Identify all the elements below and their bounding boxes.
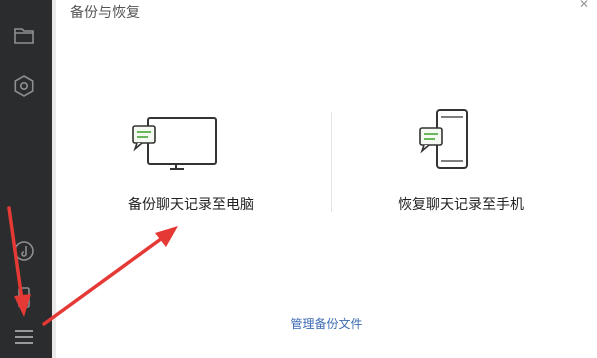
phone-icon[interactable] xyxy=(11,285,37,311)
backup-to-pc-label: 备份聊天记录至电脑 xyxy=(128,197,254,213)
backup-restore-panel: 备份与恢复 ✕ 备份聊天记录至电脑 恢复聊天记录至手机 管理备份文件 xyxy=(56,0,597,358)
manage-backup-files-link[interactable]: 管理备份文件 xyxy=(56,315,597,332)
backup-to-pc-option[interactable]: 备份聊天记录至电脑 xyxy=(71,100,311,220)
folder-icon[interactable] xyxy=(11,22,37,48)
menu-icon[interactable] xyxy=(11,324,37,350)
window-title: 备份与恢复 xyxy=(70,5,140,21)
sidebar xyxy=(0,0,52,358)
options-divider xyxy=(331,112,332,212)
music-icon[interactable] xyxy=(11,238,37,264)
monitor-chat-icon xyxy=(132,117,217,170)
restore-to-phone-label: 恢复聊天记录至手机 xyxy=(398,197,524,213)
mini-program-icon[interactable] xyxy=(11,73,37,99)
phone-chat-icon xyxy=(419,109,468,169)
restore-to-phone-option[interactable]: 恢复聊天记录至手机 xyxy=(341,100,581,220)
close-icon[interactable]: ✕ xyxy=(579,0,589,11)
